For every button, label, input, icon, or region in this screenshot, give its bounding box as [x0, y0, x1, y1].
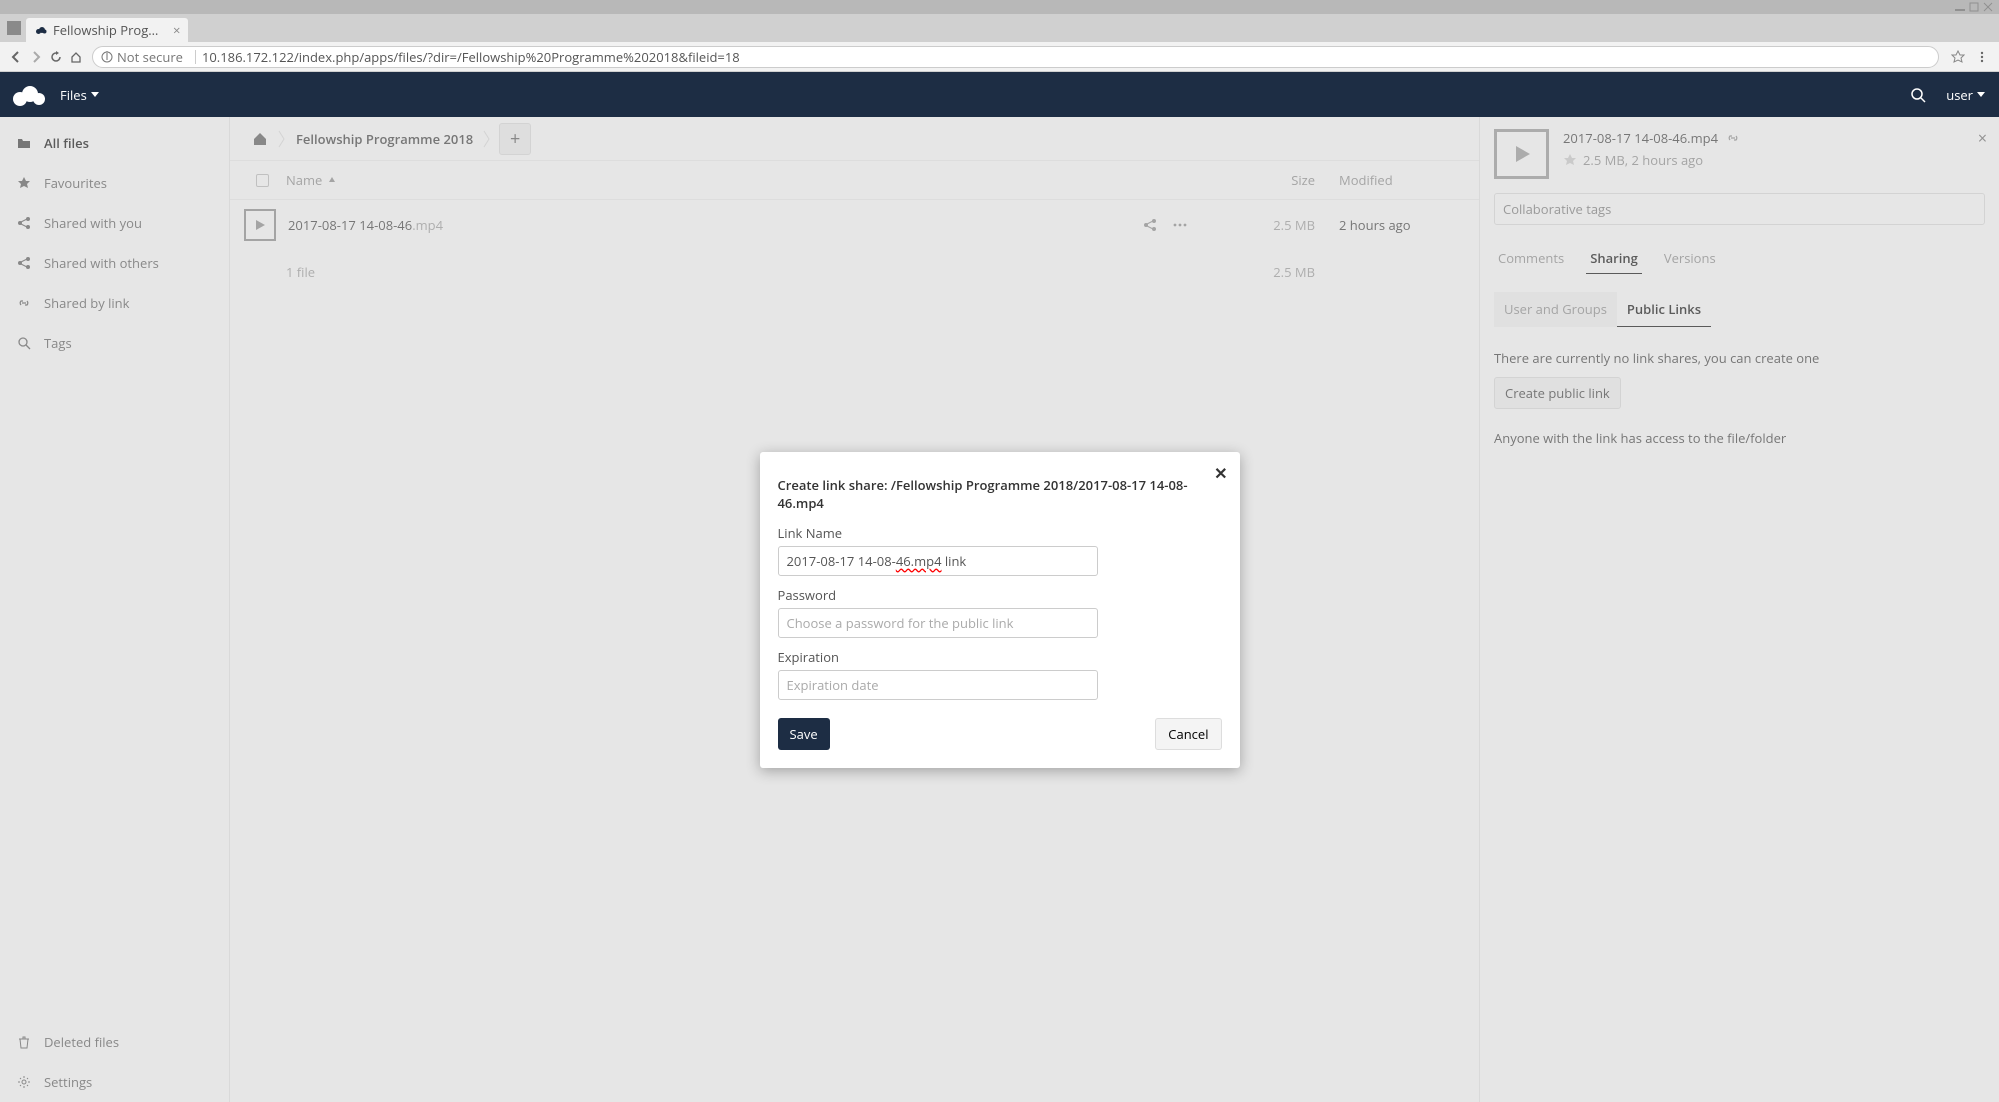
browser-app-icon[interactable] — [4, 18, 24, 38]
browser-tab[interactable]: Fellowship Program × — [26, 18, 188, 42]
modal-close-icon[interactable]: ✕ — [1214, 462, 1227, 484]
svg-text:i: i — [105, 51, 108, 63]
link-name-input[interactable]: 2017-08-17 14-08-46.mp4 link — [778, 546, 1098, 576]
browser-omnibox[interactable]: i Not secure 10.186.172.122/index.php/ap… — [92, 46, 1939, 68]
window-minimize-icon[interactable] — [1955, 2, 1967, 12]
info-icon: i — [101, 51, 113, 63]
user-label: user — [1946, 86, 1973, 104]
app-switcher[interactable]: Files — [60, 86, 99, 104]
app-header: Files user — [0, 72, 1999, 117]
security-label: Not secure — [117, 48, 183, 66]
expiration-label: Expiration — [778, 648, 1222, 666]
create-link-modal: ✕ Create link share: /Fellowship Program… — [760, 452, 1240, 768]
save-button[interactable]: Save — [778, 718, 830, 750]
browser-url: 10.186.172.122/index.php/apps/files/?dir… — [202, 48, 740, 66]
window-close-icon[interactable] — [1983, 2, 1995, 12]
search-button[interactable] — [1904, 87, 1932, 103]
password-label: Password — [778, 586, 1222, 604]
browser-tab-title: Fellowship Program — [53, 21, 163, 39]
cancel-button[interactable]: Cancel — [1155, 718, 1221, 750]
app-name-label: Files — [60, 86, 87, 104]
modal-title: Create link share: /Fellowship Programme… — [778, 476, 1222, 512]
user-menu[interactable]: user — [1932, 86, 1999, 104]
nav-home-button[interactable] — [66, 47, 86, 67]
browser-tab-strip: Fellowship Program × — [0, 14, 1999, 42]
owncloud-logo-icon[interactable] — [10, 84, 46, 106]
window-maximize-icon[interactable] — [1969, 2, 1981, 12]
nav-back-button[interactable] — [6, 47, 26, 67]
tab-close-icon[interactable]: × — [173, 21, 180, 39]
os-titlebar — [0, 0, 1999, 14]
browser-address-bar: i Not secure 10.186.172.122/index.php/ap… — [0, 42, 1999, 72]
caret-down-icon — [1977, 92, 1985, 98]
browser-menu-icon[interactable] — [1971, 46, 1993, 68]
password-input[interactable] — [778, 608, 1098, 638]
caret-down-icon — [91, 92, 99, 98]
nav-reload-button[interactable] — [46, 47, 66, 67]
nav-forward-button[interactable] — [26, 47, 46, 67]
expiration-input[interactable] — [778, 670, 1098, 700]
bookmark-star-icon[interactable] — [1947, 46, 1969, 68]
link-name-label: Link Name — [778, 524, 1222, 542]
owncloud-favicon-icon — [34, 23, 48, 37]
